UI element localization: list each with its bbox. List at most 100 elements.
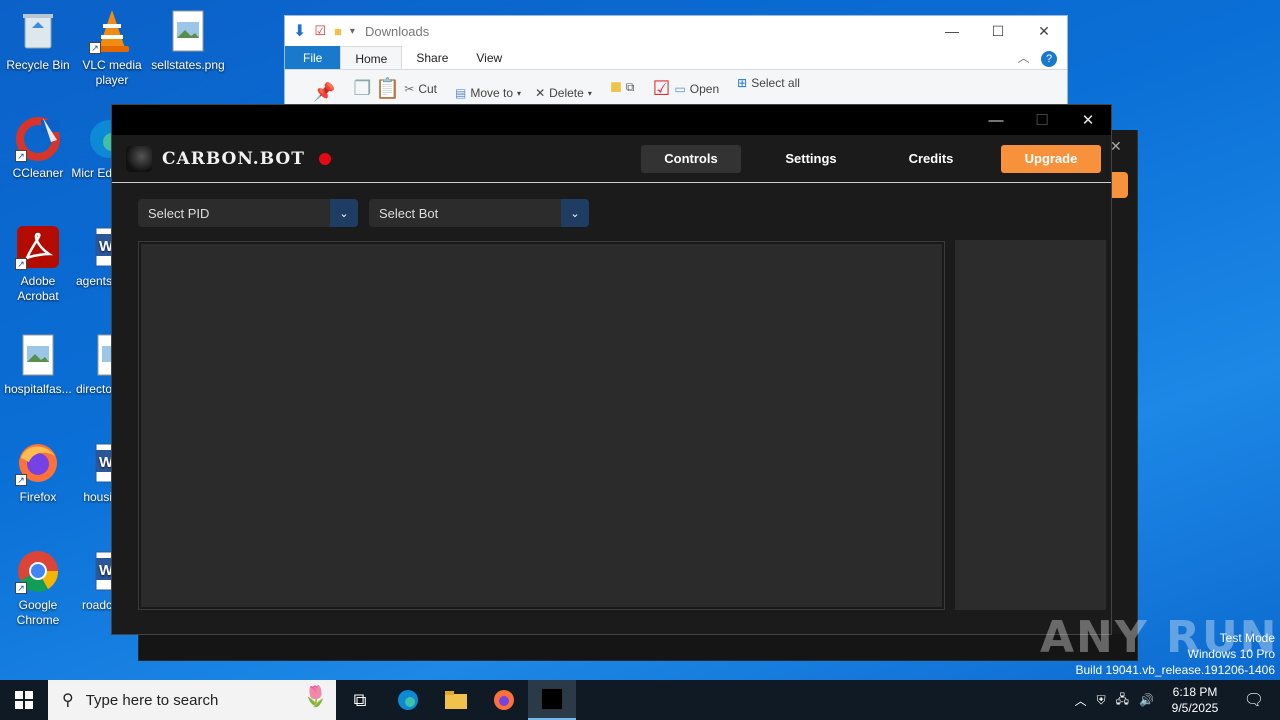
firefox-taskbar-icon[interactable] — [480, 680, 528, 720]
carbon-bot-taskbar-icon[interactable] — [528, 680, 576, 720]
side-panel[interactable] — [955, 240, 1106, 610]
carbon-bot-window[interactable]: — ☐ ✕ CARBON.BOT Controls Settings Credi… — [111, 104, 1112, 635]
tab-view[interactable]: View — [462, 46, 516, 69]
desktop-icon-firefox[interactable]: ↗ Firefox — [0, 440, 76, 505]
upgrade-button[interactable]: Upgrade — [1001, 144, 1101, 173]
select-bot-label: Select Bot — [379, 205, 439, 221]
desktop-icon-chrome[interactable]: ↗ Google Chrome — [0, 548, 76, 628]
properties-check-icon[interactable]: ☑ — [653, 76, 671, 101]
copy-icon[interactable]: ❐ — [353, 76, 371, 101]
chevron-down-icon[interactable]: ⌄ — [561, 199, 589, 227]
move-to-button[interactable]: Move to — [470, 86, 513, 100]
word-document-icon: W — [90, 224, 112, 270]
status-dot-icon — [318, 152, 331, 165]
clock[interactable]: 6:18 PM 9/5/2025 — [1164, 684, 1226, 716]
test-mode-label: Test Mode — [1219, 631, 1275, 645]
maximize-button[interactable]: ☐ — [1019, 111, 1065, 129]
tab-home[interactable]: Home — [340, 46, 403, 69]
minimize-button[interactable]: — — [973, 112, 1019, 129]
help-icon[interactable]: ? — [1041, 51, 1057, 67]
pin-icon[interactable]: 📌 — [313, 82, 335, 103]
explorer-title: Downloads — [364, 23, 430, 39]
edge-taskbar-icon[interactable] — [384, 680, 432, 720]
desktop-icon-sellstates[interactable]: sellstates.png — [150, 8, 226, 73]
new-item-icon[interactable]: ⧉ — [626, 80, 635, 95]
down-arrow-icon[interactable]: ⬇ — [293, 21, 306, 41]
desktop-icon-label: housi — [83, 490, 112, 504]
desktop-icon-label: directo — [75, 382, 112, 396]
tab-share[interactable]: Share — [402, 46, 462, 69]
minimize-button[interactable]: — — [929, 23, 975, 40]
desktop-icon-recycle-bin[interactable]: Recycle Bin — [0, 8, 76, 73]
close-button[interactable]: ✕ — [1021, 23, 1067, 40]
taskbar-search[interactable]: ⚲ Type here to search 🌷 — [48, 680, 336, 720]
desktop-icon-label: CCleaner — [12, 166, 64, 180]
carbon-logo-icon — [126, 145, 152, 172]
network-icon[interactable]: 🖧 — [1116, 690, 1129, 711]
desktop-icon-adobe-acrobat[interactable]: ↗ Adobe Acrobat — [0, 224, 76, 304]
tab-credits[interactable]: Credits — [881, 145, 981, 173]
ccleaner-icon: ↗ — [15, 116, 61, 162]
desktop-icon-label: hospitalfas... — [4, 382, 72, 396]
vlc-cone-icon: ↗ — [89, 8, 135, 54]
move-to-icon[interactable]: ▤ — [455, 86, 466, 100]
desktop-icon-word-roadc[interactable]: W roadc — [74, 548, 112, 613]
select-all-icon[interactable]: ⊞ — [737, 76, 747, 90]
select-all-button[interactable]: Select all — [751, 76, 800, 90]
select-bot-dropdown[interactable]: Select Bot ⌄ — [369, 199, 589, 227]
carbon-nav: Controls Settings Credits Upgrade — [641, 144, 1111, 173]
desktop-icon-hospitalfas[interactable]: hospitalfas... — [0, 332, 76, 397]
image-file-icon — [15, 332, 61, 378]
file-explorer-taskbar-icon[interactable] — [432, 680, 480, 720]
ribbon-tabs: File Home Share View ︿ ? — [285, 46, 1067, 70]
delete-icon[interactable]: ✕ — [535, 86, 545, 100]
volume-icon[interactable]: 🔊 — [1139, 693, 1154, 707]
desktop-icon-label: sellstates.png — [151, 58, 225, 72]
chevron-down-icon[interactable]: ⌄ — [330, 199, 358, 227]
desktop-icon-edge[interactable]: Micr Ed — [70, 116, 112, 181]
file-explorer-window[interactable]: ⬇ ☑ ■ ▾ Downloads — ☐ ✕ File Home Share … — [284, 15, 1068, 116]
tab-file[interactable]: File — [285, 46, 341, 69]
desktop-icon-label: Recycle Bin — [6, 58, 70, 72]
open-button[interactable]: Open — [690, 82, 719, 96]
organize-group: ▤ Move to ▾ ✕ Delete ▾ — [455, 86, 592, 100]
system-tray: ︿ ⛨ 🖧 🔊 6:18 PM 9/5/2025 🗨 — [1075, 684, 1280, 716]
dropdown-icon[interactable]: ▾ — [350, 26, 355, 37]
paste-icon[interactable]: 📋 — [375, 76, 400, 101]
firefox-icon: ↗ — [15, 440, 61, 486]
tab-controls[interactable]: Controls — [641, 144, 741, 173]
shortcut-arrow-icon: ↗ — [89, 42, 101, 54]
main-output-panel[interactable] — [138, 241, 945, 610]
desktop-icon-directo[interactable]: directo — [74, 332, 112, 397]
close-button[interactable]: ✕ — [1065, 111, 1111, 129]
tab-settings[interactable]: Settings — [761, 145, 861, 173]
start-button[interactable] — [0, 680, 48, 720]
notification-icon[interactable]: 🗨 — [1236, 690, 1272, 710]
carbon-window-bar[interactable]: — ☐ ✕ — [112, 105, 1111, 135]
delete-button[interactable]: Delete — [549, 86, 584, 100]
open-icon[interactable]: ▭ — [674, 82, 685, 96]
new-folder-icon[interactable]: ■ — [610, 76, 622, 99]
desktop-icon-label: agents — [75, 274, 112, 288]
select-pid-dropdown[interactable]: Select PID ⌄ — [138, 199, 358, 227]
select-pid-label: Select PID — [148, 205, 210, 221]
cut-button[interactable]: Cut — [418, 82, 437, 96]
properties-icon[interactable]: ☑ — [314, 23, 326, 39]
desktop-icon-vlc[interactable]: ↗ VLC media player — [74, 8, 150, 88]
maximize-button[interactable]: ☐ — [975, 23, 1021, 40]
explorer-titlebar[interactable]: ⬇ ☑ ■ ▾ Downloads — ☐ ✕ — [285, 16, 1067, 46]
desktop-icon-word-housi[interactable]: W housi — [74, 440, 112, 505]
folder-icon[interactable]: ■ — [334, 24, 342, 39]
security-icon[interactable]: ⛨ — [1097, 693, 1106, 708]
desktop-icon-label: Micr Ed — [71, 166, 112, 180]
open-group: ☑ ▭ Open — [653, 76, 720, 101]
shortcut-arrow-icon: ↗ — [15, 258, 27, 270]
task-view-icon[interactable]: ⧉ — [336, 680, 384, 720]
chevron-up-icon[interactable]: ︿ — [1075, 692, 1087, 709]
cut-icon[interactable]: ✂ — [404, 82, 414, 96]
taskbar: ⚲ Type here to search 🌷 ⧉ ︿ ⛨ 🖧 🔊 6:18 P… — [0, 680, 1280, 720]
collapse-ribbon-icon[interactable]: ︿ — [1018, 51, 1030, 65]
desktop-icon-ccleaner[interactable]: ↗ CCleaner — [0, 116, 76, 181]
desktop-icon-word-agents[interactable]: W agents — [74, 224, 112, 289]
pin-group: 📌 — [313, 76, 335, 103]
